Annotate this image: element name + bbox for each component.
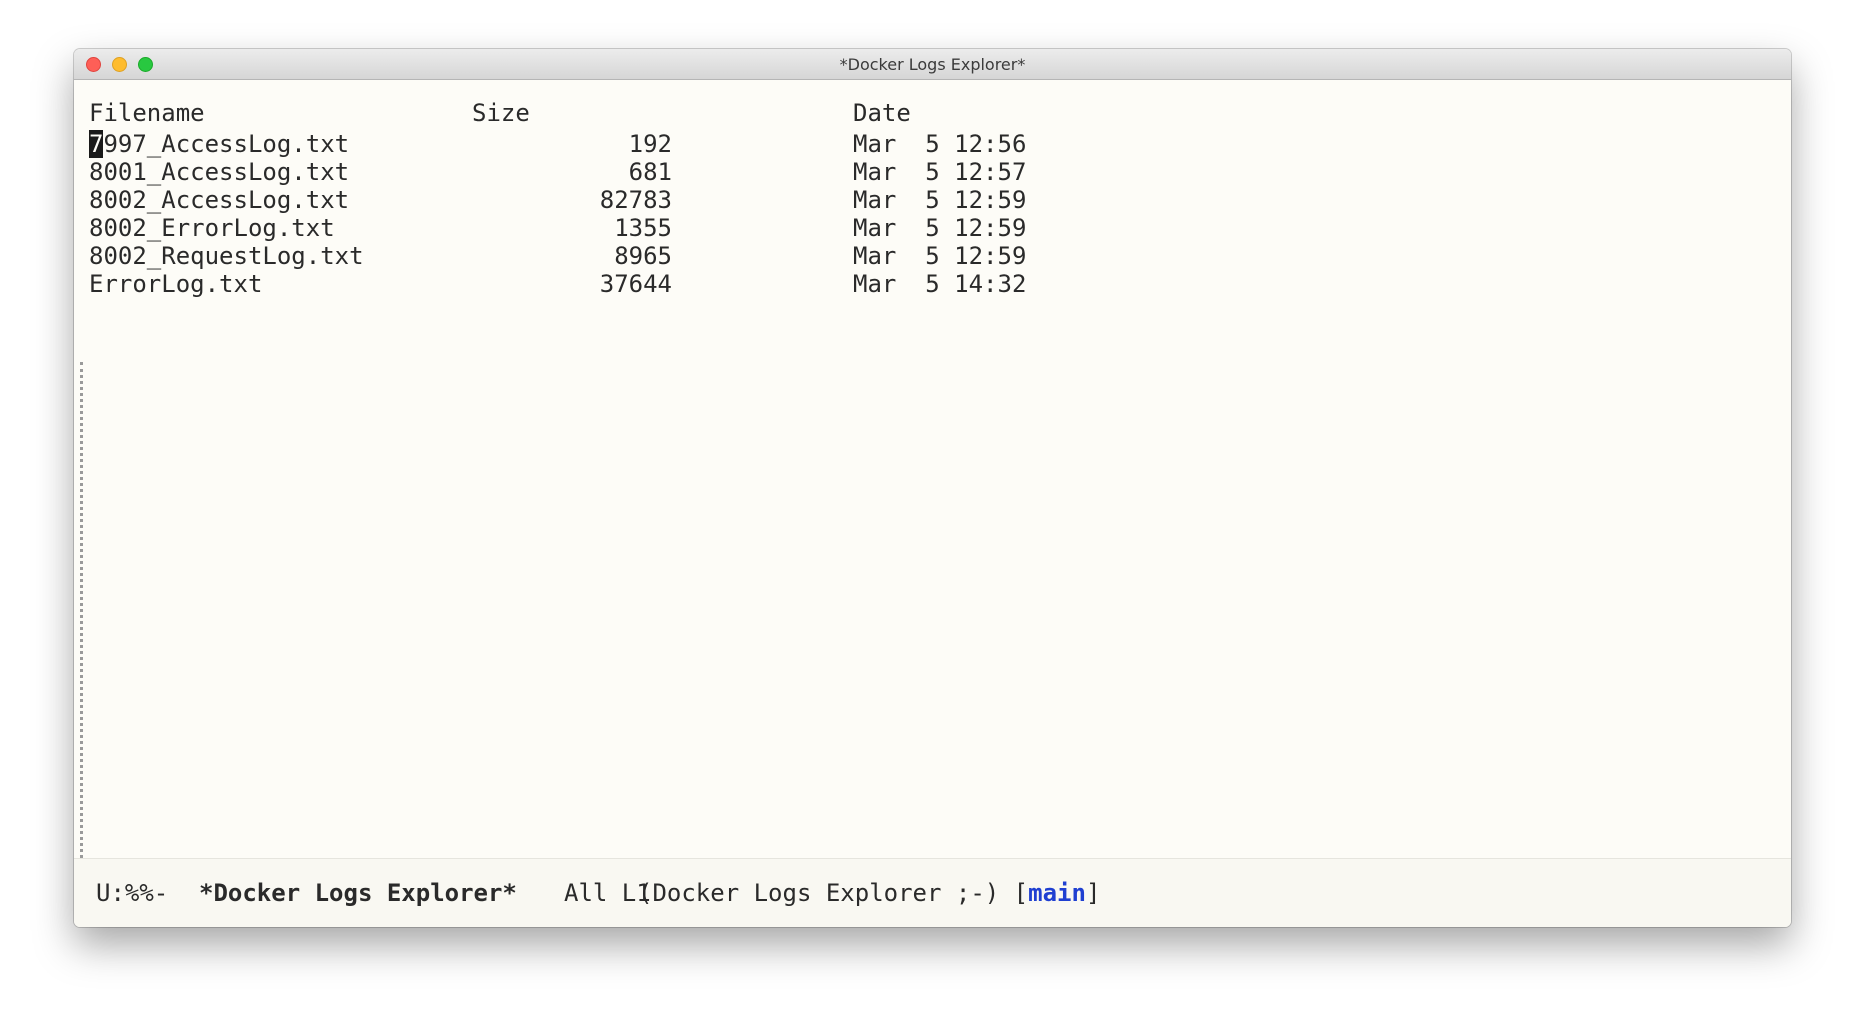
modeline-git-branch[interactable]: main	[1028, 879, 1086, 907]
text-cursor: 7	[89, 130, 104, 158]
header-size-label: Size	[472, 99, 530, 127]
empty-lines-fringe-indicator	[80, 362, 83, 906]
window-controls	[86, 57, 153, 72]
modeline-status: U:%%-	[96, 879, 169, 907]
header-date[interactable]: Date	[853, 98, 911, 128]
close-window-button[interactable]	[86, 57, 101, 72]
file-name-text: 997_AccessLog.txt	[103, 130, 350, 158]
modeline-mode-suffix: ]	[1085, 879, 1101, 907]
table-header: Filename Size Date	[89, 98, 1189, 128]
modeline-major-mode[interactable]: (Docker Logs Explorer ;-) [main]	[638, 859, 1100, 927]
title-bar[interactable]: *Docker Logs Explorer*	[74, 49, 1791, 80]
emacs-window: *Docker Logs Explorer* Filename Size Dat…	[74, 49, 1791, 927]
maximize-window-button[interactable]	[138, 57, 153, 72]
mode-line[interactable]: U:%%- *Docker Logs Explorer* All L1 (Doc…	[74, 858, 1791, 927]
file-row[interactable]: ErrorLog.txt 37644 Mar 5 14:32	[89, 268, 1189, 301]
file-size-value: 37644	[599, 270, 672, 298]
modeline-buffer-name[interactable]: *Docker Logs Explorer*	[199, 859, 517, 927]
minimize-window-button[interactable]	[112, 57, 127, 72]
file-name[interactable]: ErrorLog.txt	[89, 268, 262, 301]
buffer-area[interactable]: Filename Size Date 7997_AccessLog.txt 19…	[74, 80, 1791, 906]
header-filename[interactable]: Filename	[89, 98, 205, 128]
window-title: *Docker Logs Explorer*	[839, 54, 1026, 74]
file-date: Mar 5 14:32	[853, 270, 1027, 298]
modeline-mode-name: (Docker Logs Explorer ;-) [	[638, 879, 1029, 907]
